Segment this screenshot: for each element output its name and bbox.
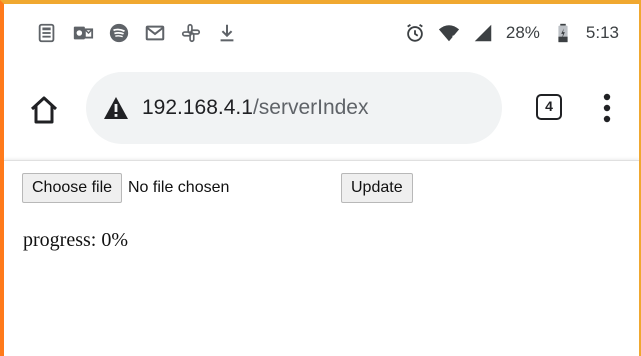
- system-status: 28% 5:13: [404, 22, 619, 44]
- battery-percent: 28%: [505, 23, 540, 42]
- warning-icon[interactable]: [102, 94, 130, 122]
- web-page-content: Choose file No file chosen Update progre…: [4, 160, 639, 356]
- spotify-icon: [108, 22, 130, 44]
- home-icon: [30, 96, 58, 124]
- address-bar[interactable]: 192.168.4.1/serverIndex: [86, 72, 502, 144]
- slack-icon: [180, 22, 202, 44]
- notification-icons: [36, 22, 238, 44]
- screen-frame: 28% 5:13 192.168.4.1/serverIndex 4 Choos…: [0, 0, 641, 356]
- news-icon: [36, 22, 58, 44]
- url-host: 192.168.4.1: [142, 96, 253, 119]
- signal-icon: [472, 22, 494, 44]
- tab-switcher-button[interactable]: 4: [536, 94, 562, 120]
- overflow-menu-button[interactable]: [600, 92, 614, 124]
- more-vert-icon: [603, 93, 611, 123]
- status-bar: 28% 5:13: [4, 4, 639, 60]
- download-icon: [216, 22, 238, 44]
- gmail-icon: [144, 22, 166, 44]
- clock-time: 5:13: [585, 23, 619, 42]
- outlook-icon: [72, 22, 94, 44]
- choose-file-button[interactable]: Choose file: [22, 173, 123, 203]
- url-path: /serverIndex: [252, 96, 369, 119]
- alarm-icon: [404, 22, 426, 44]
- progress-text: progress: 0%: [23, 229, 128, 251]
- browser-toolbar: 192.168.4.1/serverIndex 4: [4, 62, 639, 158]
- update-button[interactable]: Update: [341, 173, 413, 203]
- home-button[interactable]: [26, 92, 62, 128]
- battery-icon: [552, 22, 574, 44]
- file-status-text: No file chosen: [128, 179, 230, 196]
- wifi-icon: [438, 22, 460, 44]
- url-text[interactable]: 192.168.4.1/serverIndex: [142, 94, 369, 122]
